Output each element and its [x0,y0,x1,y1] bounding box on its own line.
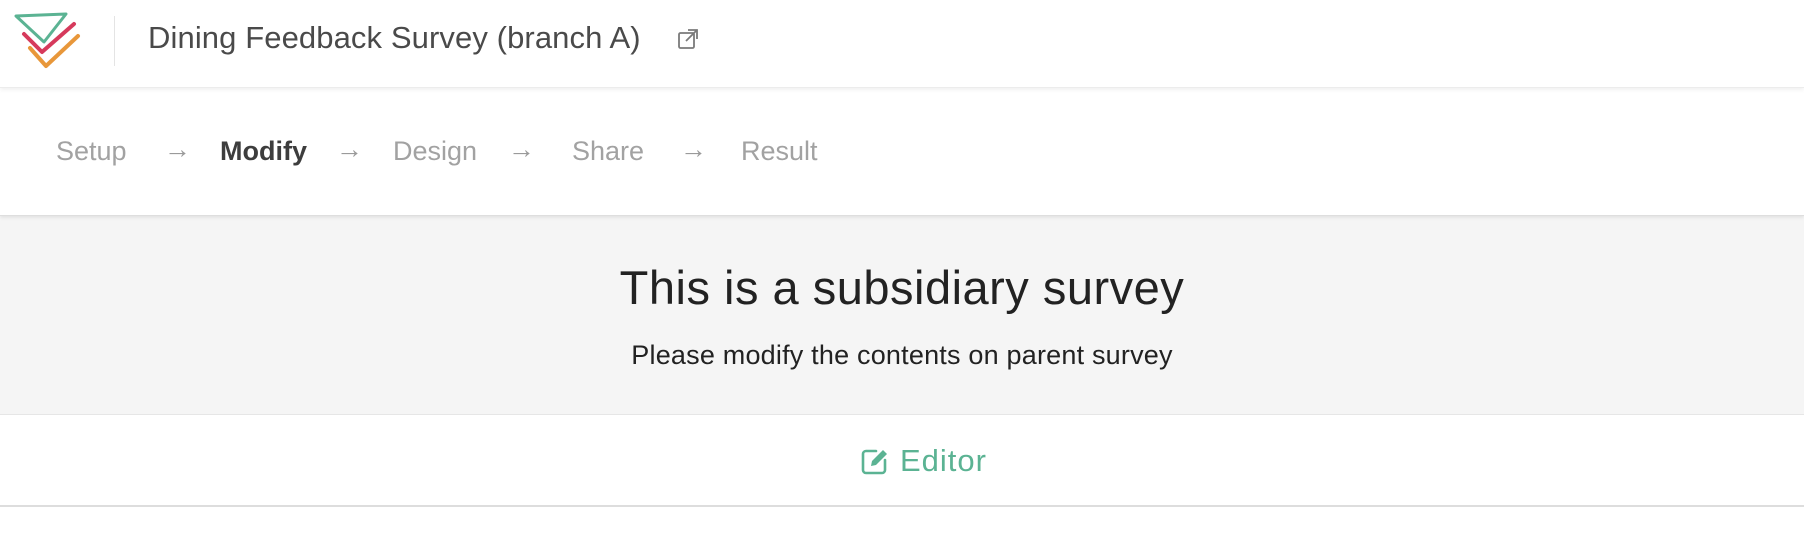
step-result[interactable]: Result [741,136,818,167]
checkmark-stack-logo[interactable] [14,12,82,74]
step-setup[interactable]: Setup [56,136,127,167]
page-background [0,507,1804,534]
notice-title: This is a subsidiary survey [619,261,1185,314]
subsidiary-notice: This is a subsidiary survey Please modif… [0,216,1804,415]
step-navigation: Setup → Modify → Design → Share → Result [0,88,1804,216]
editor-row: Editor [0,415,1804,507]
editor-label: Editor [900,443,987,478]
header-divider [114,16,115,66]
notice-subtitle: Please modify the contents on parent sur… [631,340,1173,370]
survey-title: Dining Feedback Survey (branch A) [148,20,641,55]
step-arrow: → [336,134,363,164]
external-link-icon[interactable] [676,27,700,51]
step-arrow: → [508,134,535,164]
step-share[interactable]: Share [572,136,644,167]
edit-icon [861,449,887,475]
editor-button[interactable]: Editor [860,439,987,483]
step-design[interactable]: Design [393,136,477,167]
step-arrow: → [164,134,191,164]
step-modify[interactable]: Modify [220,136,307,167]
top-header: Dining Feedback Survey (branch A) [0,0,1804,88]
step-arrow: → [680,134,707,164]
